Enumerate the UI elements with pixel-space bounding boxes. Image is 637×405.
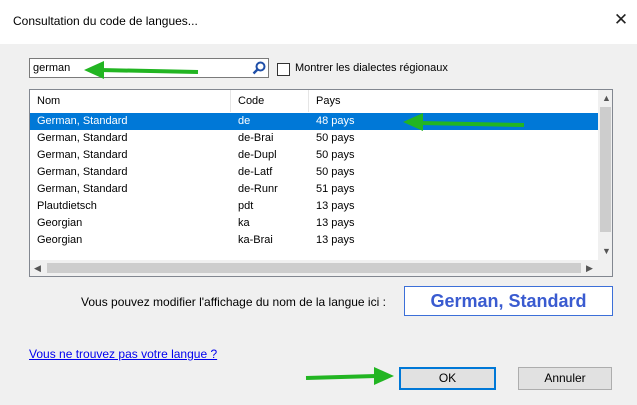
row-code: de-Runr [238, 183, 278, 195]
row-code: de-Dupl [238, 149, 277, 161]
title-bar: Consultation du code de langues... ✕ [0, 0, 637, 44]
close-icon[interactable]: ✕ [611, 10, 631, 30]
show-dialects-checkbox[interactable] [277, 63, 290, 76]
column-header-code[interactable]: Code [231, 90, 309, 112]
row-name: Georgian [37, 234, 83, 246]
column-header-nom[interactable]: Nom [30, 90, 231, 112]
scroll-left-icon[interactable]: ◀ [34, 263, 41, 274]
row-pays: 13 pays [316, 217, 355, 229]
row-name: German, Standard [37, 115, 128, 127]
help-link[interactable]: Vous ne trouvez pas votre langue ? [29, 347, 217, 361]
row-pays: 50 pays [316, 166, 355, 178]
vertical-scrollbar[interactable]: ▲ ▼ [598, 90, 612, 260]
language-list[interactable]: Nom Code Pays German, Standard de 48 pay… [29, 89, 613, 277]
scroll-down-icon[interactable]: ▼ [602, 246, 611, 256]
row-pays: 13 pays [316, 234, 355, 246]
table-row[interactable]: German, Standard de-Brai 50 pays [30, 130, 598, 147]
row-code: ka-Brai [238, 234, 273, 246]
row-name: Georgian [37, 217, 83, 229]
search-input-value: german [33, 62, 71, 74]
row-pays: 51 pays [316, 183, 355, 195]
row-name: Plautdietsch [37, 200, 97, 212]
row-code: pdt [238, 200, 254, 212]
cancel-button[interactable]: Annuler [518, 367, 612, 390]
horizontal-scroll-thumb[interactable] [47, 263, 581, 273]
horizontal-scrollbar[interactable]: ◀ ▶ [30, 260, 598, 276]
row-pays: 50 pays [316, 149, 355, 161]
table-row[interactable]: German, Standard de 48 pays [30, 113, 598, 130]
ok-button[interactable]: OK [399, 367, 496, 390]
vertical-scroll-thumb[interactable] [600, 107, 611, 232]
display-name-prompt: Vous pouvez modifier l'affichage du nom … [81, 295, 386, 309]
search-input[interactable]: german [29, 58, 269, 78]
list-rows: German, Standard de 48 pays German, Stan… [30, 113, 598, 249]
row-name: German, Standard [37, 183, 128, 195]
table-row[interactable]: Georgian ka-Brai 13 pays [30, 232, 598, 249]
row-pays: 13 pays [316, 200, 355, 212]
column-header-pays[interactable]: Pays [309, 90, 598, 112]
row-code: de-Latf [238, 166, 273, 178]
list-header: Nom Code Pays [30, 90, 598, 112]
table-row[interactable]: German, Standard de-Dupl 50 pays [30, 147, 598, 164]
row-name: German, Standard [37, 149, 128, 161]
scroll-right-icon[interactable]: ▶ [586, 263, 593, 274]
search-icon[interactable] [252, 61, 266, 75]
table-row[interactable]: Georgian ka 13 pays [30, 215, 598, 232]
table-row[interactable]: German, Standard de-Runr 51 pays [30, 181, 598, 198]
row-name: German, Standard [37, 132, 128, 144]
table-row[interactable]: German, Standard de-Latf 50 pays [30, 164, 598, 181]
scroll-up-icon[interactable]: ▲ [602, 93, 611, 103]
display-name-field[interactable]: German, Standard [404, 286, 613, 316]
show-dialects-label: Montrer les dialectes régionaux [295, 62, 448, 74]
table-row[interactable]: Plautdietsch pdt 13 pays [30, 198, 598, 215]
row-code: de [238, 115, 251, 127]
scrollbar-corner [598, 260, 612, 276]
row-code: ka [238, 217, 250, 229]
row-pays: 50 pays [316, 132, 355, 144]
row-name: German, Standard [37, 166, 128, 178]
row-pays: 48 pays [316, 115, 355, 127]
row-code: de-Brai [238, 132, 274, 144]
window-title: Consultation du code de langues... [13, 14, 198, 28]
